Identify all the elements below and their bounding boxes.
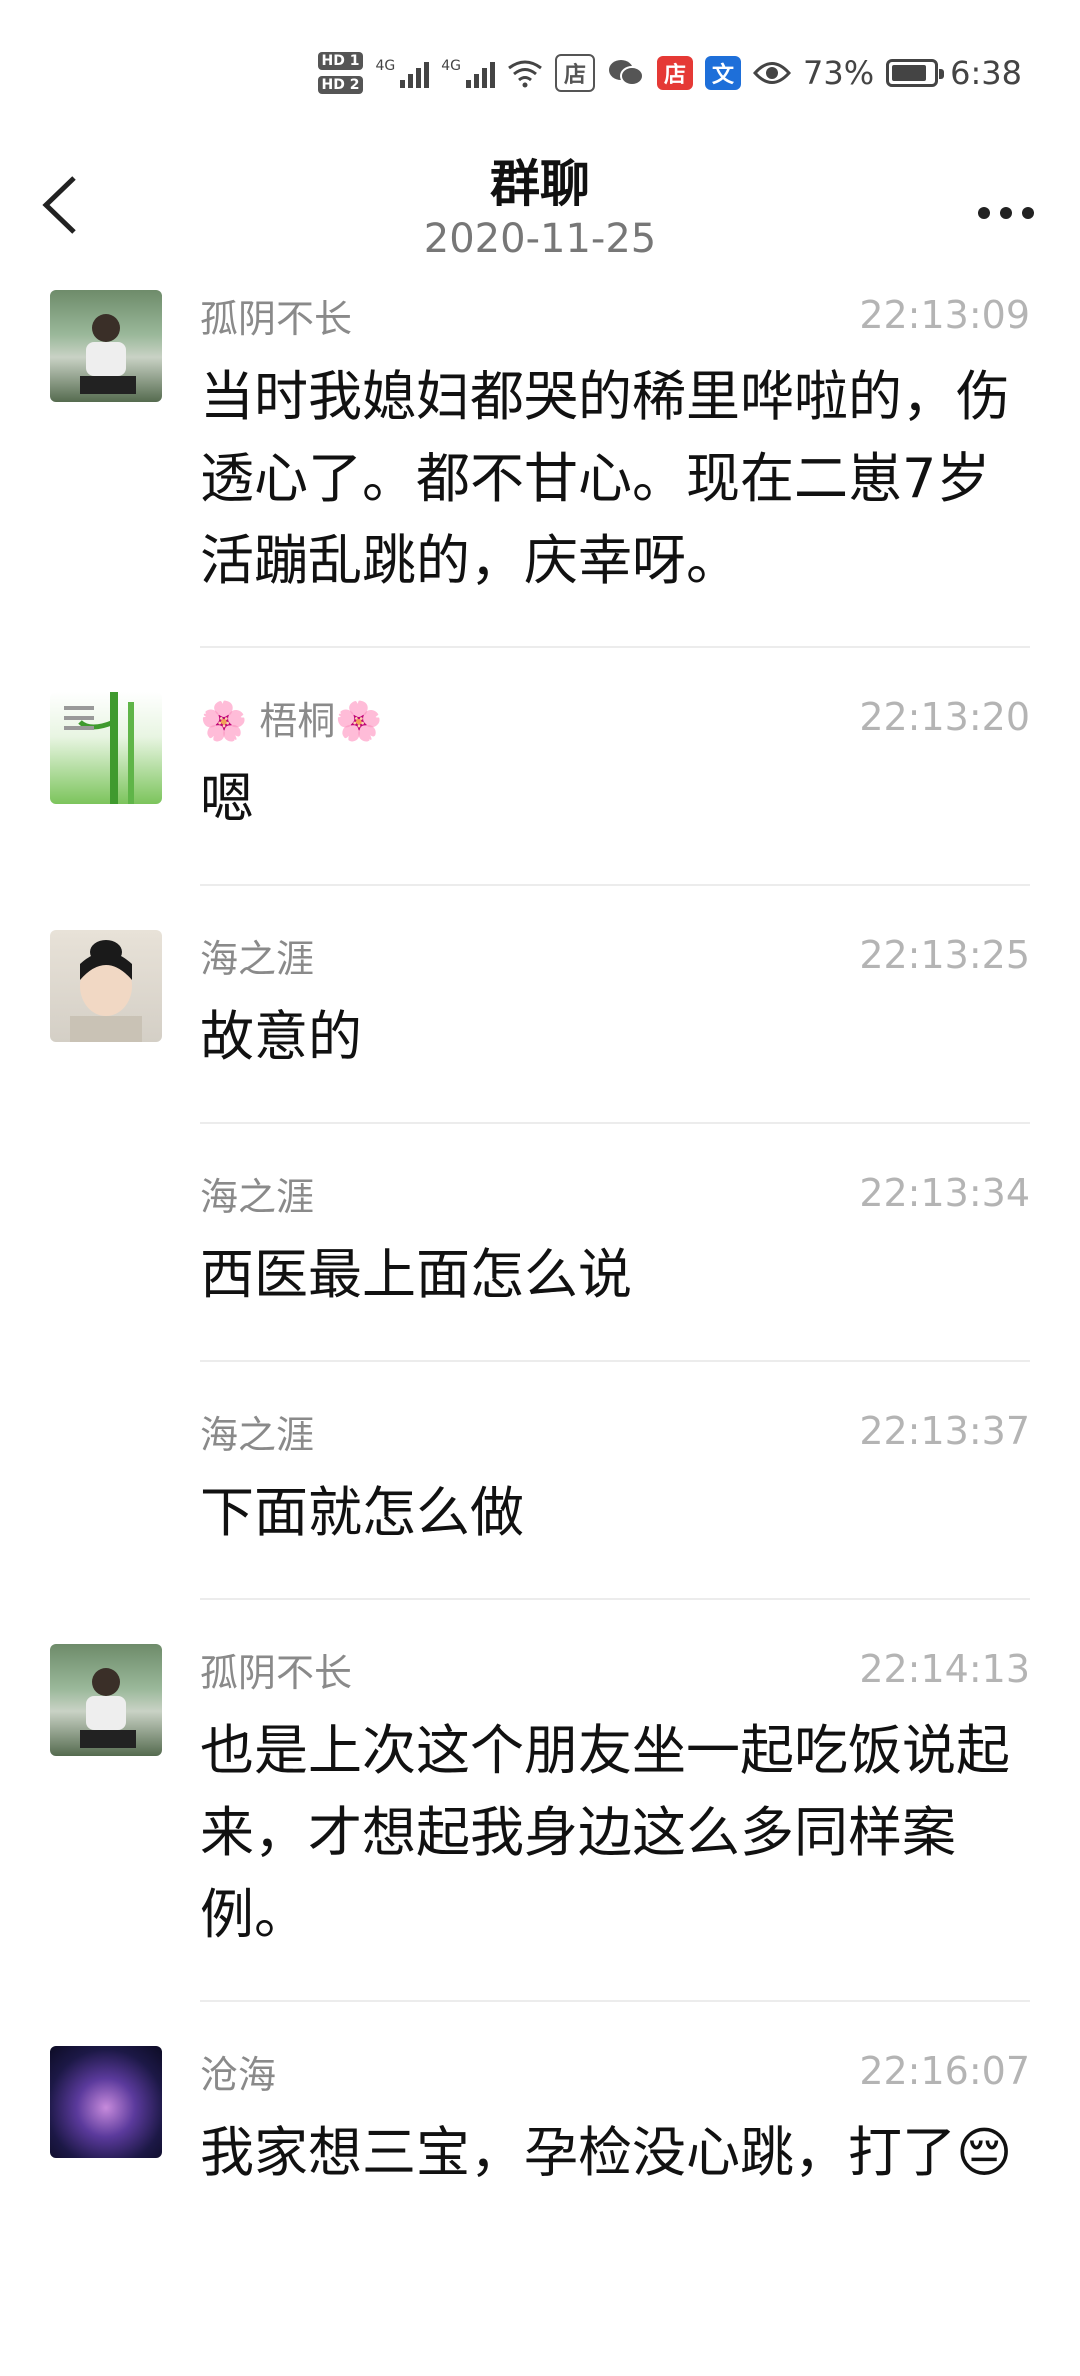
wechat-icon xyxy=(609,60,645,86)
hd1-badge: HD 1 xyxy=(317,52,364,70)
sender-name: 海之涯 xyxy=(200,936,315,981)
sender-name: 孤阴不长 xyxy=(200,1650,353,1695)
clock: 6:38 xyxy=(950,54,1022,92)
message-text[interactable]: 故意的 xyxy=(200,996,1030,1078)
divider xyxy=(200,2000,1030,2002)
doc-app-icon: 文 xyxy=(705,56,742,90)
message-time: 22:13:20 xyxy=(859,695,1030,739)
avatar[interactable] xyxy=(50,692,162,804)
hd2-badge: HD 2 xyxy=(317,76,364,94)
message-item[interactable]: 🌸 梧桐🌸 22:13:20 嗯 xyxy=(0,692,1080,886)
sender-name: 海之涯 xyxy=(200,1412,315,1457)
network-type: 4G xyxy=(375,58,396,74)
avatar[interactable] xyxy=(50,930,162,1042)
avatar[interactable] xyxy=(50,290,162,402)
message-item[interactable]: 沧海 22:16:07 我家想三宝，孕检没心跳，打了😔 xyxy=(0,2046,1080,2194)
divider xyxy=(200,1122,1030,1124)
message-list[interactable]: 孤阴不长 22:13:09 当时我媳妇都哭的稀里哗啦的，伤透心了。都不甘心。现在… xyxy=(0,280,1080,2194)
message-time: 22:13:25 xyxy=(859,933,1030,977)
battery-icon xyxy=(886,59,945,87)
message-item[interactable]: 孤阴不长 22:13:09 当时我媳妇都哭的稀里哗啦的，伤透心了。都不甘心。现在… xyxy=(0,280,1080,648)
network-type-2: 4G xyxy=(441,58,462,74)
divider xyxy=(200,646,1030,648)
message-time: 22:13:09 xyxy=(859,293,1030,337)
message-text[interactable]: 当时我媳妇都哭的稀里哗啦的，伤透心了。都不甘心。现在二崽7岁活蹦乱跳的，庆幸呀。 xyxy=(200,356,1030,602)
message-text[interactable]: 西医最上面怎么说 xyxy=(200,1234,1030,1316)
hd-indicator: HD 1 HD 2 xyxy=(317,52,364,94)
status-bar: HD 1 HD 2 4G 4G 店 店 文 73% 6:38 xyxy=(0,0,1080,140)
status-icons: HD 1 HD 2 4G 4G 店 店 文 73% 6:38 xyxy=(317,52,1022,94)
eye-icon xyxy=(753,62,792,84)
divider xyxy=(200,1598,1030,1600)
store-app-icon: 店 xyxy=(657,56,694,90)
chat-date: 2020-11-25 xyxy=(423,216,657,262)
signal-icon-2: 4G xyxy=(441,58,496,88)
message-item[interactable]: 孤阴不长 22:14:13 也是上次这个朋友坐一起吃饭说起来，才想起我身边这么多… xyxy=(0,1644,1080,2002)
avatar[interactable] xyxy=(50,2046,162,2158)
message-item[interactable]: 海之涯 22:13:25 故意的 xyxy=(0,930,1080,1124)
message-text[interactable]: 也是上次这个朋友坐一起吃饭说起来，才想起我身边这么多同样案例。 xyxy=(200,1710,1030,1956)
message-time: 22:13:37 xyxy=(859,1409,1030,1453)
page-title: 群聊 xyxy=(490,155,590,213)
signal-icon: 4G xyxy=(375,58,430,88)
divider xyxy=(200,884,1030,886)
message-time: 22:16:07 xyxy=(859,2049,1030,2093)
more-options-icon[interactable] xyxy=(976,180,1036,220)
sender-name: 孤阴不长 xyxy=(200,296,353,341)
store-notification-icon: 店 xyxy=(555,54,596,92)
message-time: 22:13:34 xyxy=(859,1171,1030,1215)
wifi-icon xyxy=(508,60,542,88)
message-item[interactable]: 海之涯 22:13:37 下面就怎么做 xyxy=(0,1406,1080,1600)
sender-name: 沧海 xyxy=(200,2052,277,2097)
message-text[interactable]: 我家想三宝，孕检没心跳，打了😔 xyxy=(200,2112,1030,2194)
message-time: 22:14:13 xyxy=(859,1647,1030,1691)
chat-header: 群聊 2020-11-25 xyxy=(0,140,1080,280)
avatar[interactable] xyxy=(50,1644,162,1756)
message-item[interactable]: 海之涯 22:13:34 西医最上面怎么说 xyxy=(0,1168,1080,1362)
message-text[interactable]: 下面就怎么做 xyxy=(200,1472,1030,1554)
message-text[interactable]: 嗯 xyxy=(200,758,1030,840)
sender-name: 🌸 梧桐🌸 xyxy=(200,698,383,743)
battery-percent: 73% xyxy=(803,54,875,92)
sender-name: 海之涯 xyxy=(200,1174,315,1219)
divider xyxy=(200,1360,1030,1362)
